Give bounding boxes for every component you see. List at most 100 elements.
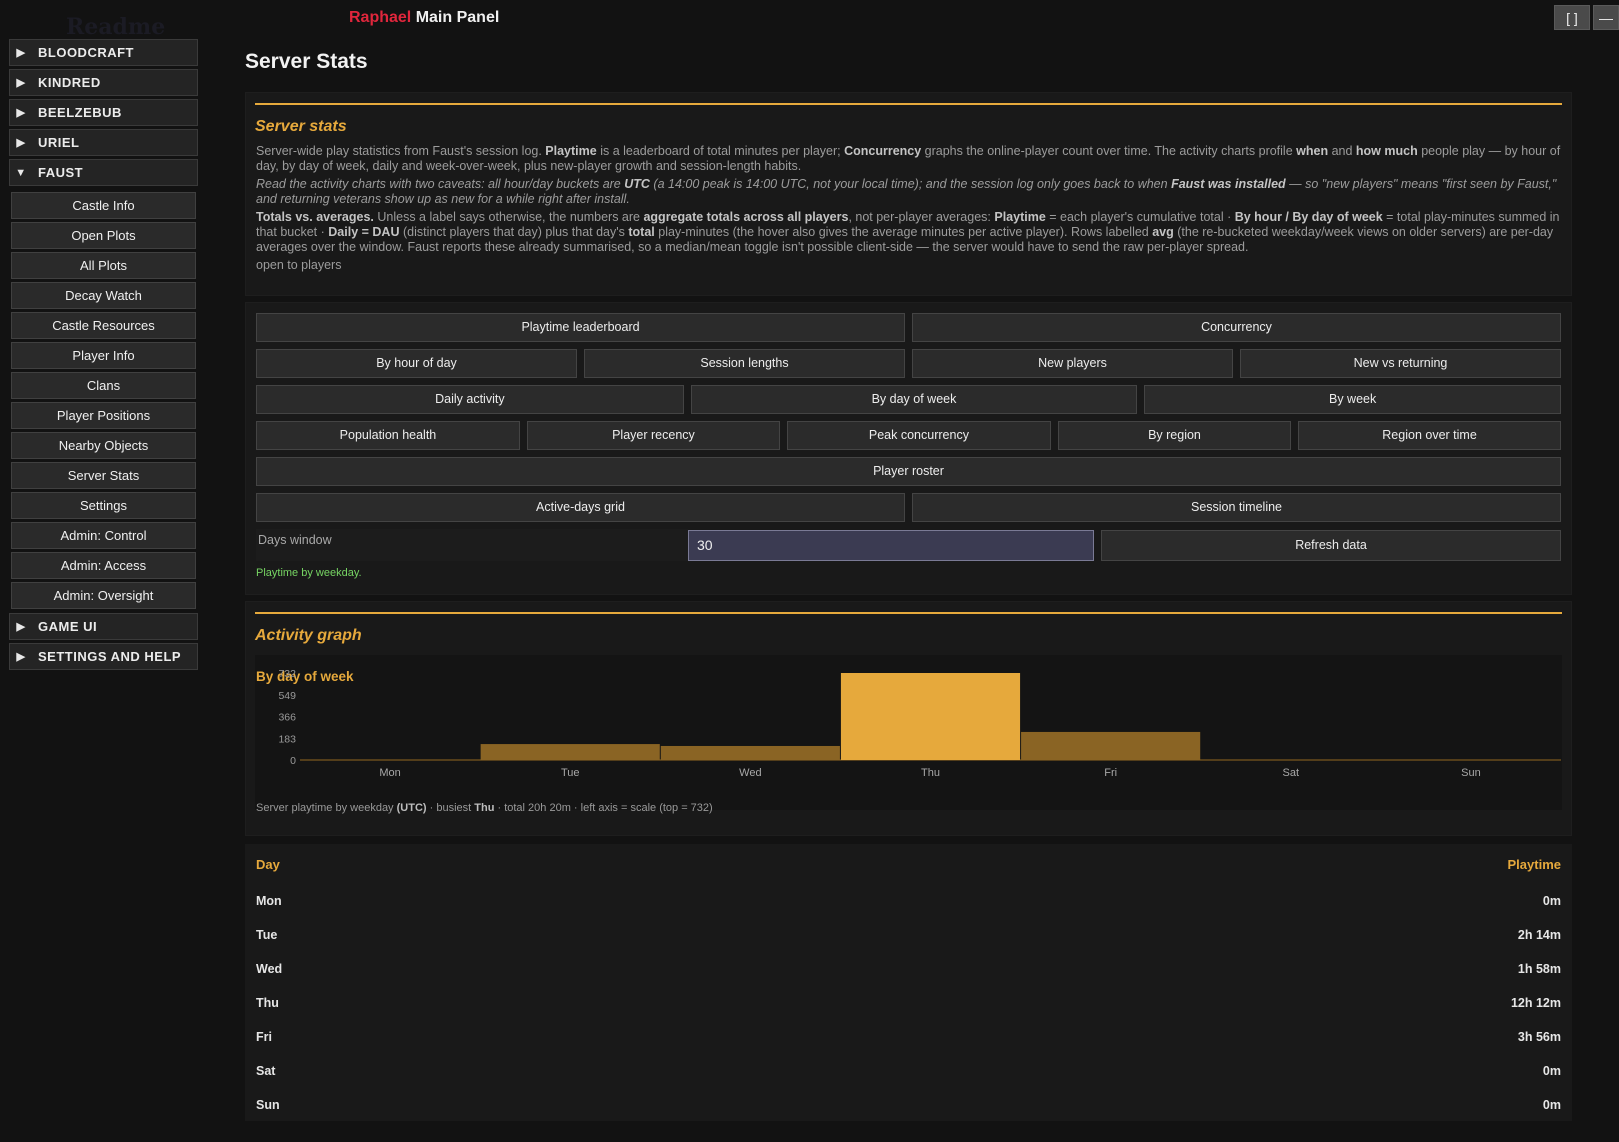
bar-thu[interactable] [840, 673, 1021, 760]
intro-paragraph-caveats: Read the activity charts with two caveat… [256, 177, 1557, 206]
day-cell: Fri [256, 1030, 272, 1044]
day-cell: Sat [256, 1064, 276, 1078]
x-tick-label: Fri [1104, 767, 1117, 779]
sidebar-category-game-ui[interactable]: ▶ GAME UI [9, 613, 198, 640]
new-players-button[interactable]: New players [912, 349, 1233, 378]
page-title: Server Stats [245, 50, 368, 73]
sidebar-item-castle-resources[interactable]: Castle Resources [11, 312, 196, 339]
player-roster-button[interactable]: Player roster [256, 457, 1561, 486]
day-cell: Wed [256, 962, 283, 976]
playtime-cell: 1h 58m [1517, 962, 1561, 976]
refresh-data-button[interactable]: Refresh data [1101, 529, 1561, 561]
days-window-input[interactable] [688, 529, 1094, 561]
active-days-grid-button[interactable]: Active-days grid [256, 493, 905, 522]
by-day-of-week-button[interactable]: By day of week [690, 385, 1138, 414]
table-row: Mon 0m [245, 884, 1572, 918]
y-tick-label: 366 [278, 712, 296, 724]
bar-chart: 0 183 366 549 732 Mon Tue Wed Thu Fri Sat Sun [278, 668, 1561, 779]
peak-concurrency-button[interactable]: Peak concurrency [786, 421, 1051, 450]
button-row: Playtime leaderboard Concurrency [256, 313, 1561, 342]
table-row: Sun 0m [245, 1088, 1572, 1122]
session-lengths-button[interactable]: Session lengths [584, 349, 905, 378]
sidebar-category-bloodcraft[interactable]: ▶ BLOODCRAFT [9, 39, 198, 66]
by-hour-of-day-button[interactable]: By hour of day [256, 349, 577, 378]
by-region-button[interactable]: By region [1057, 421, 1292, 450]
day-cell: Sun [256, 1098, 280, 1112]
playtime-leaderboard-button[interactable]: Playtime leaderboard [256, 313, 905, 342]
button-row: Active-days grid Session timeline [256, 493, 1561, 522]
sidebar-category-kindred[interactable]: ▶ KINDRED [9, 69, 198, 96]
sidebar-item-castle-info[interactable]: Castle Info [11, 192, 196, 219]
playtime-cell: 0m [1542, 894, 1561, 908]
button-row: Daily activity By day of week By week [256, 385, 1561, 414]
maximize-button[interactable]: [ ] [1554, 5, 1590, 30]
new-vs-returning-button[interactable]: New vs returning [1240, 349, 1561, 378]
sidebar-category-label: SETTINGS AND HELP [38, 649, 182, 664]
background-watermark-text: Readme [66, 14, 166, 40]
sidebar-item-nearby-objects[interactable]: Nearby Objects [11, 432, 196, 459]
session-timeline-button[interactable]: Session timeline [912, 493, 1561, 522]
table-row: Wed 1h 58m [245, 952, 1572, 986]
sidebar-item-player-positions[interactable]: Player Positions [11, 402, 196, 429]
sidebar-category-label: KINDRED [38, 75, 101, 90]
button-row: Player roster [256, 457, 1561, 486]
daily-activity-button[interactable]: Daily activity [256, 385, 684, 414]
table-row: Thu 12h 12m [245, 986, 1572, 1020]
sidebar-category-label: BLOODCRAFT [38, 45, 134, 60]
sidebar-item-player-info[interactable]: Player Info [11, 342, 196, 369]
sidebar-item-open-plots[interactable]: Open Plots [11, 222, 196, 249]
x-tick-label: Sun [1461, 767, 1481, 779]
y-tick-label: 183 [278, 733, 296, 745]
sidebar-item-clans[interactable]: Clans [11, 372, 196, 399]
expand-triangle-icon: ▶ [16, 77, 26, 89]
expand-triangle-icon: ▶ [16, 137, 26, 149]
x-tick-label: Wed [739, 767, 761, 779]
x-tick-label: Sat [1283, 767, 1300, 779]
sidebar-category-faust[interactable]: ▼ FAUST [9, 159, 198, 186]
playtime-cell: 0m [1542, 1098, 1561, 1112]
faust-submenu: Castle Info Open Plots All Plots Decay W… [9, 189, 198, 613]
intro-card: Server stats Server-wide play statistics… [245, 92, 1572, 296]
chart-caption: Server playtime by weekday (UTC) · busie… [256, 802, 713, 814]
y-tick-label: 732 [278, 668, 296, 680]
minimize-button[interactable]: — [1593, 5, 1619, 30]
by-week-button[interactable]: By week [1144, 385, 1561, 414]
expand-triangle-icon: ▶ [16, 621, 26, 633]
x-tick-label: Tue [561, 767, 580, 779]
sidebar-category-label: FAUST [38, 165, 84, 180]
playtime-cell: 2h 14m [1517, 928, 1561, 942]
sidebar-category-beelzebub[interactable]: ▶ BEELZEBUB [9, 99, 198, 126]
concurrency-button[interactable]: Concurrency [912, 313, 1561, 342]
expand-triangle-icon: ▶ [16, 47, 26, 59]
brand-name: Raphael [349, 9, 412, 26]
sidebar-item-decay-watch[interactable]: Decay Watch [11, 282, 196, 309]
playtime-cell: 0m [1542, 1064, 1561, 1078]
region-over-time-button[interactable]: Region over time [1298, 421, 1561, 450]
y-tick-label: 549 [278, 690, 296, 702]
days-window-label: Days window [256, 529, 688, 561]
sidebar-category-uriel[interactable]: ▶ URIEL [9, 129, 198, 156]
intro-text: Server-wide play statistics from Faust's… [246, 136, 1571, 273]
sidebar-category-label: GAME UI [38, 619, 98, 634]
sidebar-item-admin-oversight[interactable]: Admin: Oversight [11, 582, 196, 609]
bar-wed[interactable] [660, 745, 840, 760]
population-health-button[interactable]: Population health [256, 421, 520, 450]
sidebar-item-server-stats[interactable]: Server Stats [11, 462, 196, 489]
title-bar: Readme Raphael Main Panel [ ] — [0, 0, 1619, 40]
x-tick-label: Thu [921, 767, 940, 779]
sidebar-item-settings[interactable]: Settings [11, 492, 196, 519]
section-heading: Activity graph [255, 627, 362, 644]
sidebar-item-all-plots[interactable]: All Plots [11, 252, 196, 279]
player-recency-button[interactable]: Player recency [526, 421, 780, 450]
playtime-table: Day Playtime Mon 0m Tue 2h 14m Wed 1h 58m Thu 1… [245, 844, 1572, 1121]
sidebar-item-admin-control[interactable]: Admin: Control [11, 522, 196, 549]
bar-fri[interactable] [1021, 731, 1201, 760]
column-header-day: Day [256, 856, 280, 872]
sidebar-category-settings-and-help[interactable]: ▶ SETTINGS AND HELP [9, 643, 198, 670]
sidebar-item-admin-access[interactable]: Admin: Access [11, 552, 196, 579]
table-body: Mon 0m Tue 2h 14m Wed 1h 58m Thu 12h 12m Fri 3h 5… [245, 884, 1572, 1122]
bar-tue[interactable] [480, 744, 660, 760]
x-tick-label: Mon [379, 767, 400, 779]
intro-paragraph-totals: Totals vs. averages. Unless a label says… [256, 210, 1560, 254]
table-row: Fri 3h 56m [245, 1020, 1572, 1054]
